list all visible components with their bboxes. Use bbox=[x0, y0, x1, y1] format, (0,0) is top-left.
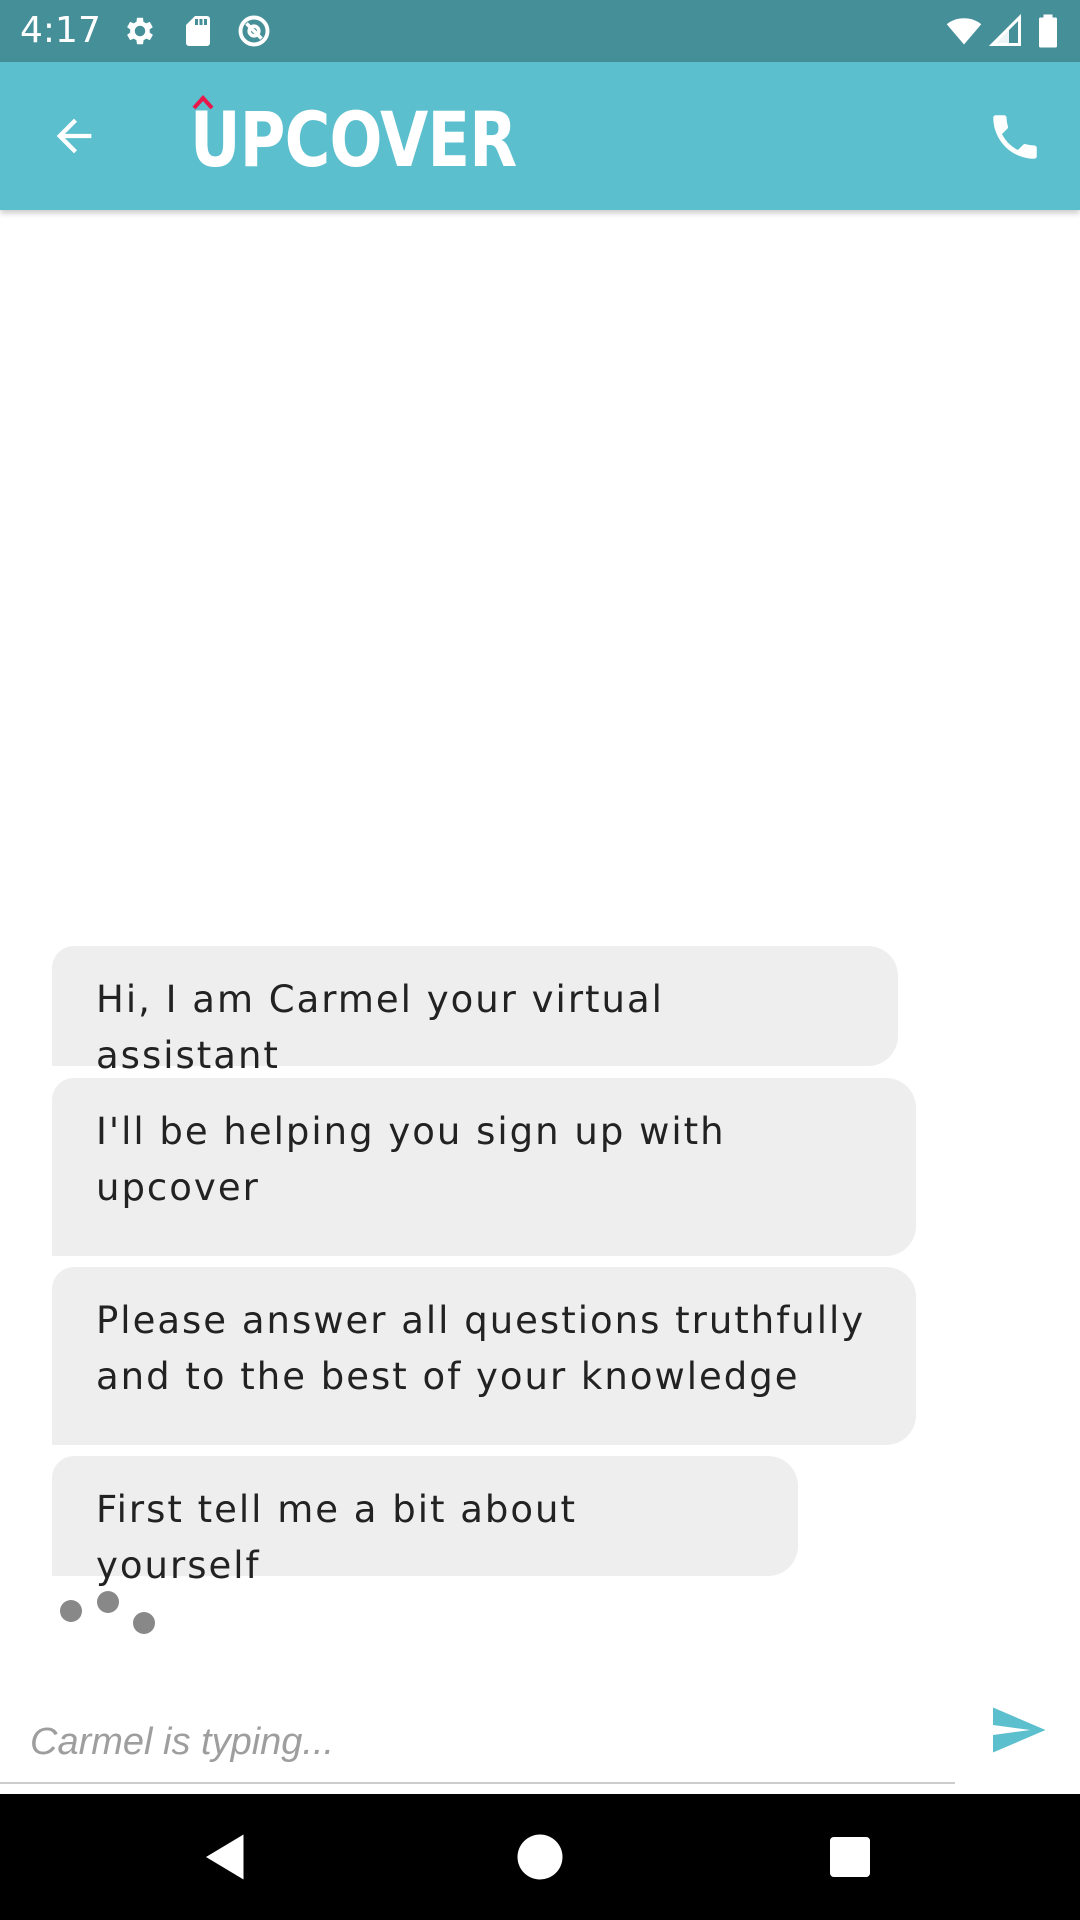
typing-dot bbox=[97, 1591, 119, 1613]
nav-home-button[interactable] bbox=[510, 1827, 570, 1887]
typing-dot bbox=[133, 1612, 155, 1634]
send-icon bbox=[993, 1707, 1046, 1753]
nav-back-button[interactable] bbox=[196, 1827, 256, 1887]
battery-icon bbox=[1034, 13, 1062, 49]
app-bar: UPCOVER bbox=[0, 62, 1080, 210]
sd-card-icon bbox=[180, 13, 216, 49]
chat-bubble-bot: Hi, I am Carmel your virtual assistant bbox=[52, 946, 898, 1077]
home-circle-icon bbox=[517, 1834, 563, 1880]
input-underline bbox=[0, 1782, 955, 1784]
arrow-left-icon bbox=[56, 118, 92, 154]
back-triangle-icon bbox=[206, 1834, 244, 1880]
typing-dot bbox=[60, 1600, 82, 1622]
cell-signal-icon bbox=[988, 13, 1024, 49]
message-text: I'll be helping you sign up with upcover bbox=[96, 1110, 726, 1209]
back-button[interactable] bbox=[48, 110, 100, 162]
message-input[interactable] bbox=[30, 1710, 950, 1774]
chat-bubble-bot: Please answer all questions truthfully a… bbox=[52, 1267, 916, 1445]
call-button[interactable] bbox=[986, 108, 1044, 166]
send-button[interactable] bbox=[988, 1700, 1048, 1760]
phone-icon bbox=[993, 115, 1037, 159]
logo-text: UPCOVER bbox=[190, 95, 517, 184]
message-text: Hi, I am Carmel your virtual assistant bbox=[96, 978, 664, 1077]
system-nav-bar bbox=[0, 1794, 1080, 1920]
nav-recents-button[interactable] bbox=[820, 1827, 880, 1887]
status-time: 4:17 bbox=[20, 10, 101, 51]
message-text: First tell me a bit about yourself bbox=[96, 1488, 578, 1587]
gear-icon bbox=[122, 13, 158, 49]
message-text: Please answer all questions truthfully a… bbox=[96, 1299, 866, 1398]
recents-square-icon bbox=[830, 1837, 870, 1877]
upcover-logo: UPCOVER bbox=[190, 95, 588, 184]
chat-bubble-bot: First tell me a bit about yourself bbox=[52, 1456, 798, 1587]
at-sign-icon bbox=[236, 13, 272, 49]
wifi-icon bbox=[944, 13, 984, 49]
chat-bubble-bot: I'll be helping you sign up with upcover bbox=[52, 1078, 916, 1256]
status-bar: 4:17 bbox=[0, 0, 1080, 62]
